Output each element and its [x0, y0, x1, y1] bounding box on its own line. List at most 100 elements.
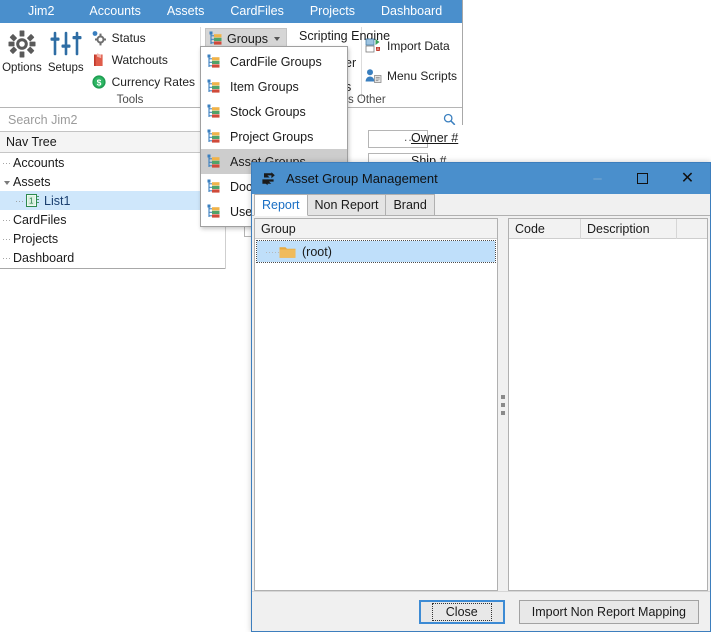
close-button[interactable]: Close — [418, 599, 505, 624]
ribbon-tab-jim2[interactable]: Jim2 — [6, 2, 76, 21]
dialog-body: Group ····· (root) Code Description — [252, 216, 710, 591]
nav-tree-label-accounts: Accounts — [13, 155, 65, 170]
ribbon-group-data: A Import Data Menu Scripts — [362, 23, 457, 108]
list-icon: 1 — [26, 194, 40, 207]
minimize-icon[interactable]: – — [575, 163, 620, 194]
group-tree-row-root[interactable]: ····· (root) — [256, 240, 496, 263]
tab-brand[interactable]: Brand — [385, 194, 435, 215]
currency-rates-label: Currency Rates — [111, 75, 195, 89]
nav-tree-label-cardfiles: CardFiles — [13, 212, 67, 227]
setups-button[interactable]: Setups — [44, 23, 88, 74]
tree-connector-icon: ··· — [2, 157, 11, 168]
status-label: Status — [111, 31, 146, 45]
tab-report[interactable]: Report — [254, 194, 308, 216]
setups-label: Setups — [47, 62, 84, 74]
asset-group-icon — [261, 170, 278, 187]
menu-scripts-button[interactable]: Menu Scripts — [362, 61, 462, 91]
svg-text:$: $ — [96, 78, 101, 88]
groups-button-label: Groups — [227, 31, 268, 46]
tools-small-buttons: Status Watchouts $ Currency Rates — [88, 23, 200, 93]
gear-icon — [7, 29, 37, 59]
group-tree-pane: Group ····· (root) — [254, 218, 498, 591]
column-header-blank[interactable] — [677, 219, 707, 239]
expander-icon-assets[interactable] — [0, 177, 13, 187]
tree-connector-icon: ··· — [2, 214, 11, 225]
groups-icon — [209, 31, 223, 46]
ribbon-tab-documents[interactable]: Documents — [455, 2, 462, 21]
background-label-owner: Owner # — [411, 131, 459, 145]
ribbon-tab-accounts[interactable]: Accounts — [76, 2, 153, 21]
dialog-tab-bar: Report Non Report Brand — [252, 194, 710, 216]
svg-text:A: A — [376, 47, 379, 52]
dialog-title: Asset Group Management — [286, 171, 438, 186]
import-data-label: Import Data — [387, 39, 450, 53]
ribbon-group-tools-label: Tools — [116, 94, 144, 106]
folder-icon — [279, 245, 296, 259]
tree-connector-icon: ··· — [15, 195, 24, 206]
groups-icon — [207, 104, 221, 119]
import-data-icon: A — [365, 38, 382, 54]
close-button-label: Close — [431, 602, 492, 621]
currency-rates-button[interactable]: $ Currency Rates — [88, 71, 200, 93]
code-description-body — [509, 239, 707, 590]
menu-scripts-icon — [365, 68, 382, 84]
groups-icon — [207, 54, 221, 69]
column-header-code[interactable]: Code — [509, 219, 581, 239]
import-non-report-mapping-label: Import Non Report Mapping — [531, 604, 686, 619]
svg-text:1: 1 — [29, 196, 34, 205]
currency-rates-icon: $ — [91, 74, 107, 90]
maximize-icon[interactable] — [620, 163, 665, 194]
menu-item-project-groups[interactable]: Project Groups — [201, 124, 347, 149]
group-tree-header: Group — [255, 219, 497, 239]
ribbon-tab-projects[interactable]: Projects — [297, 2, 368, 21]
groups-icon — [207, 179, 221, 194]
groups-icon — [207, 154, 221, 169]
screen-root: Jim2 Accounts Assets CardFiles Projects … — [0, 0, 711, 632]
dialog-splitter[interactable] — [498, 218, 508, 591]
menu-label-stock-groups: Stock Groups — [230, 104, 306, 119]
watchouts-button[interactable]: Watchouts — [88, 49, 200, 71]
groups-icon — [207, 79, 221, 94]
menu-item-cardfile-groups[interactable]: CardFile Groups — [201, 49, 347, 74]
chevron-down-icon — [274, 36, 280, 41]
code-description-pane: Code Description — [508, 218, 708, 591]
ribbon-group-tools: Options Setups Status Watchouts $ Curren… — [0, 23, 200, 108]
group-tree-label-root: (root) — [302, 244, 332, 259]
group-column-header: Group — [261, 221, 296, 236]
sliders-icon — [50, 29, 82, 59]
watchouts-icon — [91, 52, 107, 68]
asset-group-management-dialog: Asset Group Management – ✕ Report Non Re… — [251, 162, 711, 632]
tree-connector-icon: ····· — [265, 246, 280, 257]
watchouts-label: Watchouts — [111, 53, 168, 67]
options-label: Options — [2, 62, 42, 74]
ribbon-tab-dashboard[interactable]: Dashboard — [368, 2, 455, 21]
menu-item-item-groups[interactable]: Item Groups — [201, 74, 347, 99]
tab-non-report[interactable]: Non Report — [306, 194, 387, 215]
groups-icon — [207, 204, 221, 219]
menu-label-cardfile-groups: CardFile Groups — [230, 54, 322, 69]
group-tree-body: ····· (root) — [255, 239, 497, 263]
status-gear-icon — [91, 30, 107, 46]
ribbon-tab-assets[interactable]: Assets — [154, 2, 218, 21]
ribbon-tab-cardfiles[interactable]: CardFiles — [217, 2, 297, 21]
code-description-header: Code Description — [509, 219, 707, 239]
tree-connector-icon: ··· — [2, 233, 11, 244]
menu-item-stock-groups[interactable]: Stock Groups — [201, 99, 347, 124]
options-button[interactable]: Options — [0, 23, 44, 74]
nav-tree-label-list1: List1 — [44, 193, 71, 208]
nav-tree-label-projects: Projects — [13, 231, 59, 246]
groups-icon — [207, 129, 221, 144]
splitter-grip-icon — [501, 394, 505, 415]
menu-label-item-groups: Item Groups — [230, 79, 299, 94]
nav-tree-label-assets: Assets — [13, 174, 51, 189]
dialog-footer: Close Import Non Report Mapping — [252, 591, 710, 631]
ribbon-tab-bar: Jim2 Accounts Assets CardFiles Projects … — [0, 0, 462, 23]
import-non-report-mapping-button[interactable]: Import Non Report Mapping — [518, 599, 699, 624]
import-data-button[interactable]: A Import Data — [362, 31, 462, 61]
nav-tree-label-dashboard: Dashboard — [13, 250, 75, 265]
status-button[interactable]: Status — [88, 27, 200, 49]
close-icon[interactable]: ✕ — [665, 163, 710, 194]
menu-scripts-label: Menu Scripts — [387, 69, 458, 83]
column-header-description[interactable]: Description — [581, 219, 677, 239]
dialog-title-bar[interactable]: Asset Group Management – ✕ — [252, 163, 710, 194]
